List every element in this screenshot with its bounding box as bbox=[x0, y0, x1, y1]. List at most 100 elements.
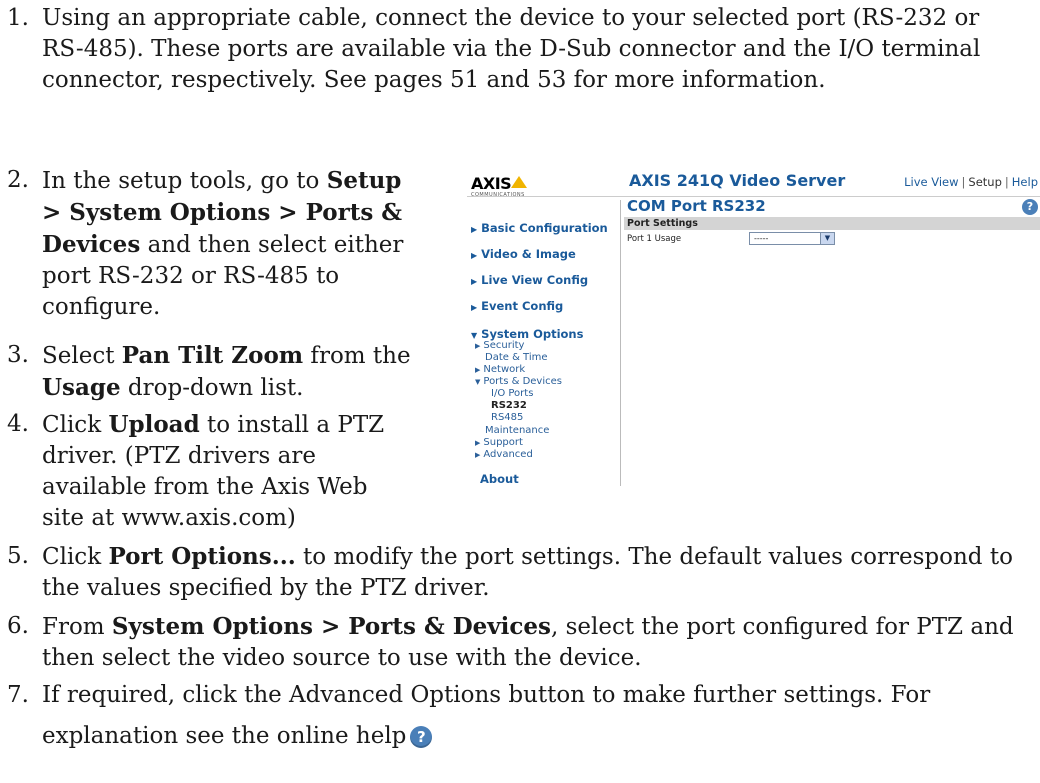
sidebar-divider bbox=[620, 200, 621, 486]
sidebar-item-network[interactable]: ▶ Network bbox=[475, 364, 525, 375]
step-4-text: available from the Axis Web bbox=[42, 474, 368, 500]
step-3-text: drop-down list. bbox=[120, 375, 304, 401]
top-links: Live View | Setup | Help bbox=[904, 175, 1038, 189]
step-2-text: port RS-232 or RS-485 to bbox=[42, 263, 340, 289]
step-1-line-2: RS-485). These ports are available via t… bbox=[42, 36, 981, 62]
step-number: 3. bbox=[7, 342, 29, 368]
step-1-line-3: connector, respectively. See pages 51 an… bbox=[42, 67, 826, 93]
menu-label: About bbox=[480, 472, 519, 486]
step-3-bold: Pan Tilt Zoom bbox=[121, 342, 304, 369]
help-icon[interactable]: ? bbox=[1022, 199, 1038, 215]
step-number: 7. bbox=[7, 682, 29, 708]
chevron-down-icon: ▼ bbox=[475, 378, 481, 386]
product-title: AXIS 241Q Video Server bbox=[629, 171, 846, 190]
sidebar-item-label: Ports & Devices bbox=[483, 376, 562, 387]
sidebar-item-label: Date & Time bbox=[485, 352, 548, 363]
axis-logo: AXIS bbox=[471, 174, 512, 193]
sidebar-item-ports-devices[interactable]: ▼ Ports & Devices bbox=[475, 376, 562, 387]
step-2-text: configure. bbox=[42, 294, 161, 320]
axis-logo-triangle-icon bbox=[511, 176, 527, 188]
chevron-right-icon: ▶ bbox=[475, 342, 481, 350]
menu-basic-configuration[interactable]: ▶ Basic Configuration bbox=[471, 221, 608, 235]
step-7-text: explanation see the online help bbox=[42, 723, 407, 749]
setup-link[interactable]: Setup bbox=[968, 175, 1001, 189]
sidebar-item-rs232[interactable]: RS232 bbox=[491, 400, 527, 411]
step-number: 5. bbox=[7, 543, 29, 569]
step-1-line-1: Using an appropriate cable, connect the … bbox=[42, 5, 980, 31]
help-link[interactable]: Help bbox=[1012, 175, 1038, 189]
menu-video-image[interactable]: ▶ Video & Image bbox=[471, 247, 576, 261]
chevron-right-icon: ▶ bbox=[475, 366, 481, 374]
menu-live-view-config[interactable]: ▶ Live View Config bbox=[471, 273, 588, 287]
menu-label: Live View Config bbox=[481, 273, 589, 287]
step-4-text: driver. (PTZ drivers are bbox=[42, 443, 316, 469]
step-5-bold: Port Options... bbox=[108, 543, 296, 570]
step-4-text: to install a PTZ bbox=[199, 412, 385, 438]
sidebar-item-label: Advanced bbox=[483, 449, 533, 460]
port-usage-select[interactable]: ----- ▼ bbox=[749, 232, 835, 245]
sidebar-item-label: Network bbox=[483, 364, 526, 375]
step-2-text: In the setup tools, go to bbox=[42, 168, 327, 194]
step-5-text: to modify the port settings. The default… bbox=[295, 544, 1013, 570]
menu-label: System Options bbox=[481, 327, 584, 341]
chevron-right-icon: ▶ bbox=[471, 303, 478, 312]
sidebar-item-rs485[interactable]: RS485 bbox=[491, 412, 523, 423]
live-view-link[interactable]: Live View bbox=[904, 175, 958, 189]
section-header: Port Settings bbox=[624, 217, 1040, 230]
sidebar-item-label: I/O Ports bbox=[491, 388, 534, 399]
menu-about[interactable]: About bbox=[480, 472, 519, 486]
step-3-text: Select bbox=[42, 343, 122, 369]
step-6-bold: System Options > Ports & Devices bbox=[111, 613, 551, 640]
setup-screenshot: AXIS COMMUNICATIONS AXIS 241Q Video Serv… bbox=[467, 164, 1040, 486]
separator: | bbox=[961, 175, 966, 189]
chevron-right-icon: ▶ bbox=[475, 439, 481, 447]
step-3-text: from the bbox=[303, 343, 411, 369]
step-6-text: , select the port configured for PTZ and bbox=[550, 614, 1014, 640]
step-number: 1. bbox=[7, 5, 29, 31]
chevron-down-icon: ▼ bbox=[471, 331, 478, 340]
sidebar-item-date-time[interactable]: Date & Time bbox=[485, 352, 548, 363]
step-3-bold: Usage bbox=[42, 374, 121, 401]
sidebar-item-io-ports[interactable]: I/O Ports bbox=[491, 388, 533, 399]
menu-label: Basic Configuration bbox=[481, 221, 608, 235]
step-6-text: then select the video source to use with… bbox=[42, 645, 642, 671]
menu-event-config[interactable]: ▶ Event Config bbox=[471, 299, 563, 313]
chevron-right-icon: ▶ bbox=[471, 225, 478, 234]
chevron-right-icon: ▶ bbox=[475, 451, 481, 459]
select-value: ----- bbox=[754, 234, 769, 243]
sidebar-item-support[interactable]: ▶ Support bbox=[475, 437, 523, 448]
step-2-bold: > System Options > Ports & bbox=[42, 199, 403, 226]
sidebar-item-maintenance[interactable]: Maintenance bbox=[485, 425, 549, 436]
help-icon: ? bbox=[410, 726, 433, 748]
chevron-right-icon: ▶ bbox=[471, 251, 478, 260]
sidebar-item-label: Support bbox=[483, 437, 523, 448]
chevron-right-icon: ▶ bbox=[471, 277, 478, 286]
chevron-down-icon: ▼ bbox=[820, 233, 834, 244]
page-title: COM Port RS232 bbox=[627, 197, 766, 215]
step-4-text: Click bbox=[42, 412, 109, 438]
menu-label: Event Config bbox=[481, 299, 564, 313]
menu-system-options[interactable]: ▼ System Options bbox=[471, 327, 583, 341]
separator: | bbox=[1004, 175, 1009, 189]
step-2-text: and then select either bbox=[140, 232, 404, 258]
step-5-text: Click bbox=[42, 544, 109, 570]
step-2-bold: Setup bbox=[326, 167, 402, 194]
step-2-bold: Devices bbox=[42, 231, 141, 258]
sidebar-item-label: RS232 bbox=[491, 400, 527, 411]
menu-label: Video & Image bbox=[481, 247, 576, 261]
sidebar-item-label: Security bbox=[483, 340, 525, 351]
step-6-text: From bbox=[42, 614, 112, 640]
sidebar-item-label: RS485 bbox=[491, 412, 524, 423]
step-4-bold: Upload bbox=[108, 411, 200, 438]
sidebar-item-label: Maintenance bbox=[485, 425, 550, 436]
step-4-text: site at www.axis.com) bbox=[42, 505, 296, 531]
step-number: 6. bbox=[7, 613, 29, 639]
step-number: 2. bbox=[7, 167, 29, 193]
step-5-text: the values specified by the PTZ driver. bbox=[42, 575, 490, 601]
sidebar-item-security[interactable]: ▶ Security bbox=[475, 340, 524, 351]
step-number: 4. bbox=[7, 411, 29, 437]
step-7-text: If required, click the Advanced Options … bbox=[42, 682, 931, 708]
sidebar-item-advanced[interactable]: ▶ Advanced bbox=[475, 449, 533, 460]
axis-logo-subtitle: COMMUNICATIONS bbox=[471, 192, 525, 198]
port-usage-label: Port 1 Usage bbox=[627, 234, 682, 244]
